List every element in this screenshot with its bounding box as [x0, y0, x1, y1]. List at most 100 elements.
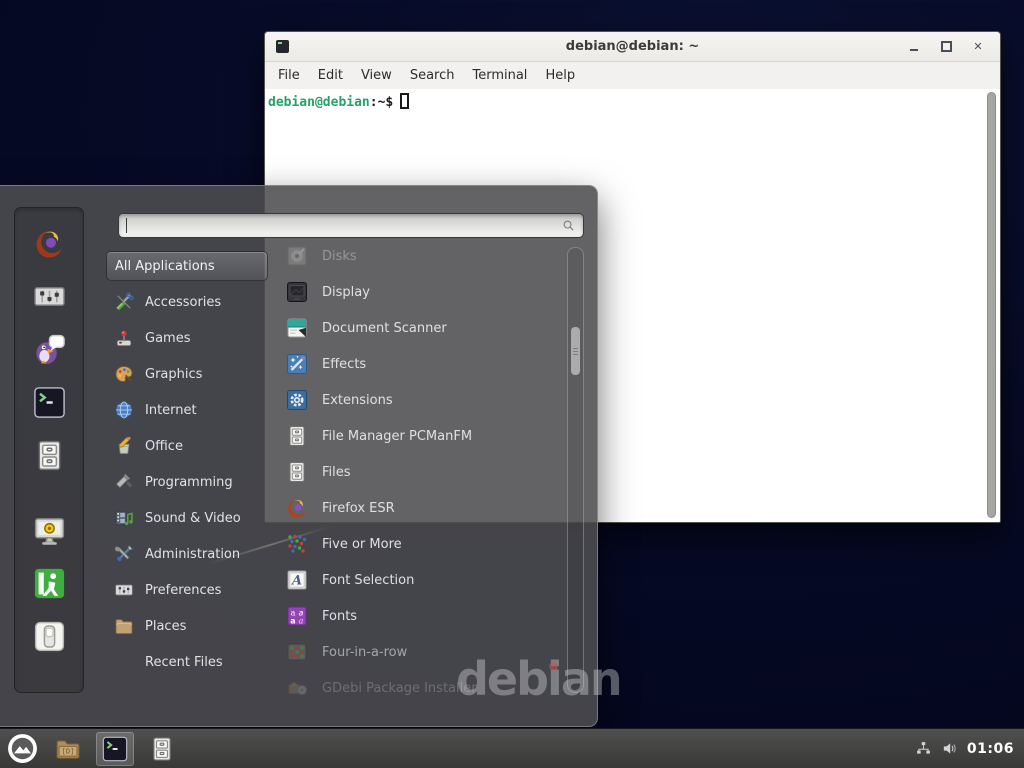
menubar-item-search[interactable]: Search [401, 64, 464, 87]
application-icon [285, 460, 309, 484]
application-icon [285, 388, 309, 412]
menu-scrollbar-thumb[interactable] [571, 327, 580, 375]
menubar-item-view[interactable]: View [352, 64, 401, 87]
minimize-button[interactable] [908, 41, 920, 53]
clock[interactable]: 01:06 [967, 741, 1016, 757]
app-effects[interactable]: Effects [285, 346, 565, 382]
launcher-icon [101, 735, 129, 763]
terminal-scrollbar[interactable] [986, 92, 998, 518]
taskbar: 01:06 [0, 728, 1024, 768]
category-preferences[interactable]: Preferences [106, 572, 272, 608]
taskbar-terminal[interactable] [96, 732, 134, 766]
favorite-preferences[interactable] [30, 278, 68, 314]
search-input[interactable] [127, 216, 561, 236]
favorite-pidgin[interactable] [30, 331, 68, 367]
category-label: Administration [145, 547, 240, 562]
shell-prompt-path: :~$ [370, 95, 393, 110]
terminal-scrollbar-thumb[interactable] [987, 92, 996, 518]
app-display[interactable]: Display [285, 274, 565, 310]
menubar-item-edit[interactable]: Edit [309, 64, 352, 87]
menubar-item-terminal[interactable]: Terminal [463, 64, 536, 87]
category-places[interactable]: Places [106, 608, 272, 644]
application-label: Five or More [322, 537, 402, 552]
favorite-icon [32, 226, 67, 261]
favorite-terminal[interactable] [30, 384, 68, 420]
application-label: GDebi Package Installer [322, 681, 477, 696]
volume-icon[interactable] [941, 740, 958, 757]
menu-search-box[interactable] [118, 213, 584, 238]
session-icon [32, 619, 67, 654]
application-icon [285, 352, 309, 376]
application-icon [285, 676, 309, 700]
application-icon [285, 244, 309, 268]
search-icon [561, 218, 576, 233]
category-icon [114, 616, 134, 636]
app-disks[interactable]: Disks [285, 238, 565, 274]
category-all-applications[interactable]: All Applications [106, 251, 268, 281]
app-file-manager-pcmanfm[interactable]: File Manager PCManFM [285, 418, 565, 454]
window-title: debian@debian: ~ [265, 39, 1000, 54]
application-label: Extensions [322, 393, 393, 408]
favorite-icon [32, 279, 67, 314]
category-list: All Applications Accessories Games Graph… [106, 248, 272, 680]
category-label: Internet [145, 403, 197, 418]
category-label: All Applications [115, 259, 215, 274]
favorite-firefox[interactable] [30, 225, 68, 261]
app-extensions[interactable]: Extensions [285, 382, 565, 418]
terminal-titlebar[interactable]: debian@debian: ~ ✕ [265, 32, 1000, 62]
logout-button[interactable] [30, 565, 68, 601]
category-label: Accessories [145, 295, 221, 310]
shell-prompt-user: debian@debian [268, 95, 370, 110]
category-graphics[interactable]: Graphics [106, 356, 272, 392]
app-five-or-more[interactable]: Five or More [285, 526, 565, 562]
category-administration[interactable]: Administration [106, 536, 272, 572]
app-firefox-esr[interactable]: Firefox ESR [285, 490, 565, 526]
shutdown-button[interactable] [30, 618, 68, 654]
app-font-selection[interactable]: Font Selection [285, 562, 565, 598]
application-list: Disks Display Document Scanner Effects E… [285, 238, 565, 706]
category-label: Games [145, 331, 190, 346]
terminal-cursor [400, 93, 409, 109]
session-icon [32, 566, 67, 601]
category-icon [114, 436, 134, 456]
menu-scrollbar[interactable] [567, 247, 584, 693]
category-office[interactable]: Office [106, 428, 272, 464]
favorite-files[interactable] [30, 437, 68, 473]
category-sound-video[interactable]: Sound & Video [106, 500, 272, 536]
category-icon [114, 544, 134, 564]
taskbar-files[interactable] [143, 732, 181, 766]
application-label: Disks [322, 249, 357, 264]
maximize-button[interactable] [940, 41, 952, 53]
app-fonts[interactable]: Fonts [285, 598, 565, 634]
application-label: Firefox ESR [322, 501, 395, 516]
taskbar-file-manager[interactable] [49, 732, 87, 766]
application-icon [285, 280, 309, 304]
category-icon [114, 580, 134, 600]
menubar-item-help[interactable]: Help [536, 64, 584, 87]
lock-screen-button[interactable] [30, 512, 68, 548]
close-button[interactable]: ✕ [972, 41, 984, 53]
application-label: File Manager PCManFM [322, 429, 472, 444]
application-icon [285, 496, 309, 520]
application-icon [285, 640, 309, 664]
category-icon [114, 508, 134, 528]
category-icon [114, 328, 134, 348]
category-label: Places [145, 619, 186, 634]
menubar-item-file[interactable]: File [269, 64, 309, 87]
app-files[interactable]: Files [285, 454, 565, 490]
favorite-icon [32, 385, 67, 420]
application-icon [285, 316, 309, 340]
application-icon [285, 532, 309, 556]
category-label: Graphics [145, 367, 202, 382]
category-games[interactable]: Games [106, 320, 272, 356]
category-accessories[interactable]: Accessories [106, 284, 272, 320]
application-label: Font Selection [322, 573, 414, 588]
network-icon[interactable] [915, 740, 932, 757]
category-label: Preferences [145, 583, 221, 598]
category-programming[interactable]: Programming [106, 464, 272, 500]
category-icon [114, 292, 134, 312]
category-recent-files[interactable]: Recent Files [106, 644, 272, 680]
app-document-scanner[interactable]: Document Scanner [285, 310, 565, 346]
menu-button[interactable] [4, 731, 40, 767]
category-internet[interactable]: Internet [106, 392, 272, 428]
